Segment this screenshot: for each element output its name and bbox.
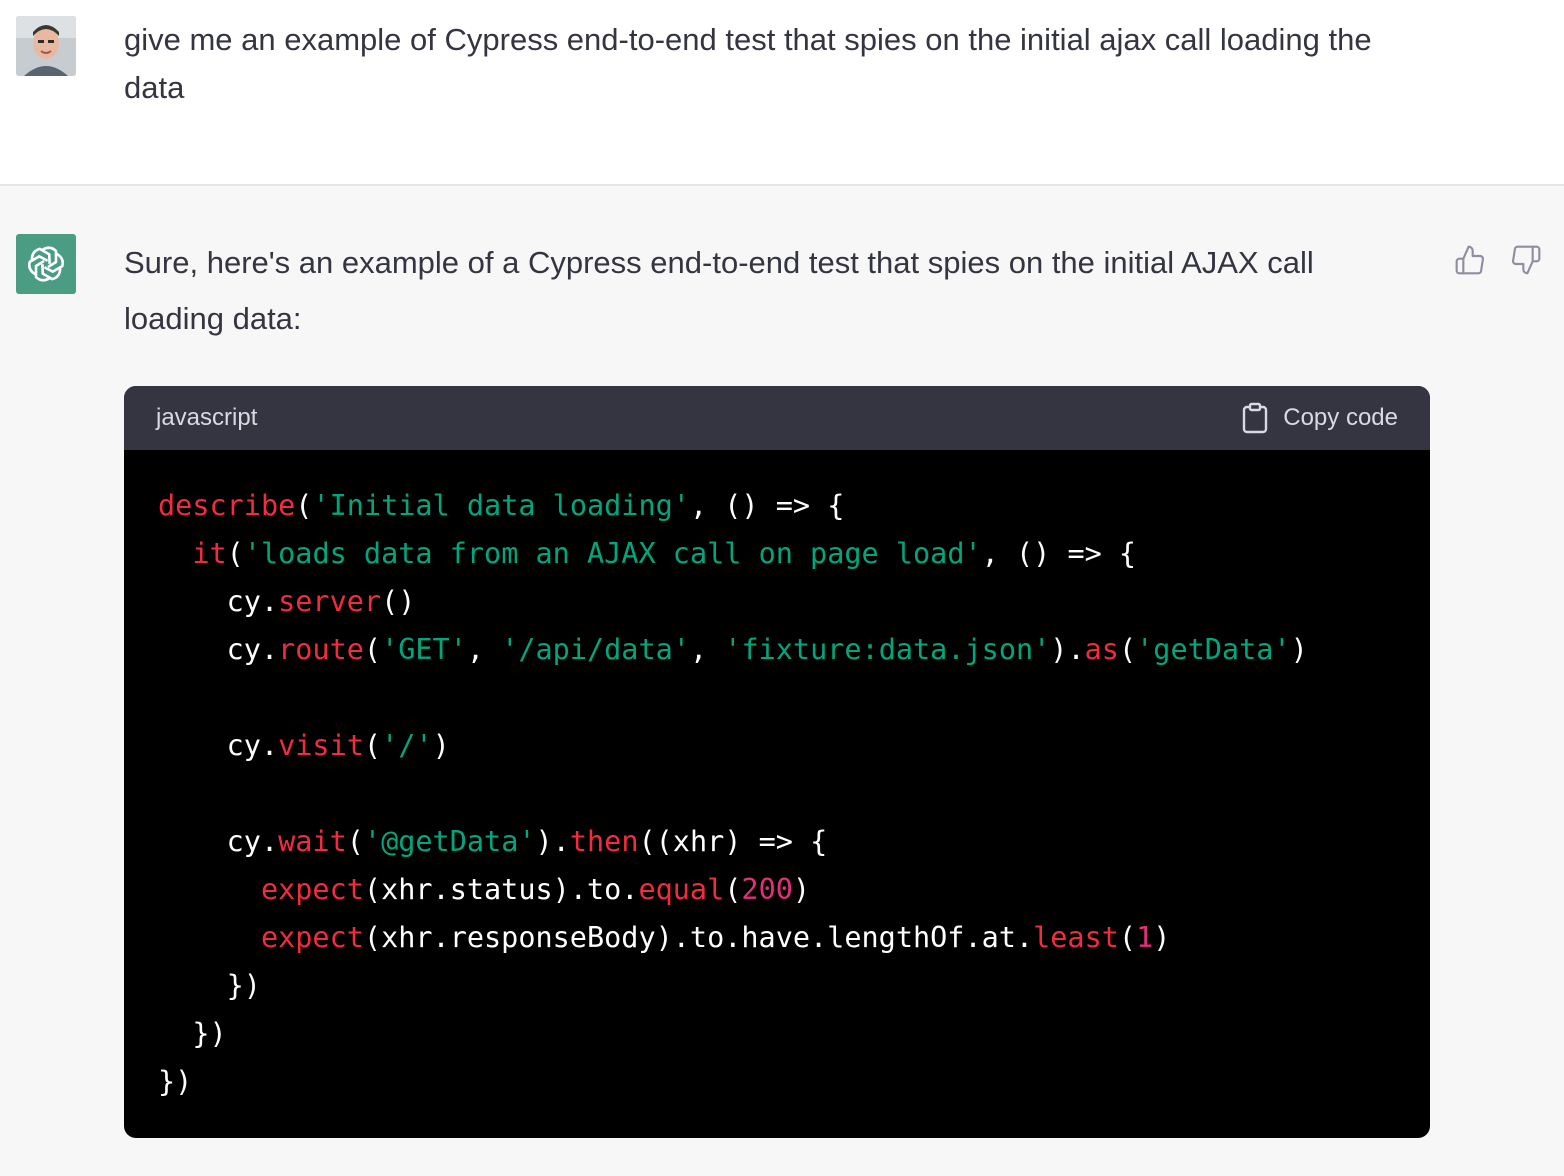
code-token: least	[1033, 921, 1119, 954]
assistant-message-row: Sure, here's an example of a Cypress end…	[0, 186, 1564, 1176]
code-line: cy.server()	[158, 578, 1396, 626]
code-token: )	[792, 873, 811, 906]
copy-code-label: Copy code	[1283, 404, 1398, 431]
code-token: )	[1290, 633, 1308, 666]
code-token: 1	[1136, 921, 1154, 954]
code-token: ,	[466, 633, 502, 666]
thumbs-up-icon	[1455, 245, 1484, 275]
code-token: wait	[278, 825, 347, 858]
code-token: 'GET'	[381, 633, 467, 666]
user-avatar	[16, 16, 76, 76]
code-token: expect	[260, 921, 364, 954]
user-avatar-image	[16, 16, 76, 76]
code-token: '@getData'	[363, 825, 536, 858]
code-token: ((xhr) => {	[638, 825, 828, 858]
code-token: cy.	[158, 585, 279, 618]
code-token: '/api/data'	[501, 633, 690, 666]
user-message-text: give me an example of Cypress end-to-end…	[124, 22, 1372, 105]
code-line: expect(xhr.status).to.equal(200)	[158, 866, 1396, 914]
code-token: (xhr.responseBody).to.have.lengthOf.at.	[363, 921, 1034, 954]
code-token: (	[724, 873, 742, 906]
code-line: it('loads data from an AJAX call on page…	[158, 530, 1396, 578]
code-token: (	[1118, 921, 1137, 954]
code-token: (	[1118, 633, 1137, 666]
code-token: 'getData'	[1136, 633, 1291, 666]
code-token: , () => {	[689, 489, 845, 522]
code-token: ).	[1050, 633, 1085, 666]
code-token: (xhr.status).to.	[363, 873, 639, 906]
code-token: (	[363, 729, 382, 762]
code-token: (	[346, 825, 364, 858]
code-line: describe('Initial data loading', () => {	[158, 482, 1396, 530]
thumbs-down-icon	[1512, 245, 1541, 275]
code-token: ()	[381, 585, 416, 618]
code-line: cy.route('GET', '/api/data', 'fixture:da…	[158, 626, 1396, 674]
code-line: })	[158, 1058, 1396, 1106]
code-token: (	[226, 537, 244, 570]
code-token: , () => {	[981, 537, 1137, 570]
code-content: describe('Initial data loading', () => {…	[124, 450, 1430, 1106]
code-token: visit	[278, 729, 364, 762]
code-token: then	[569, 825, 639, 858]
code-line: cy.wait('@getData').then((xhr) => {	[158, 818, 1396, 866]
code-token: 'fixture:data.json'	[724, 633, 1051, 666]
code-token: )	[1153, 921, 1171, 954]
code-token: route	[278, 633, 364, 666]
code-token: cy.	[158, 825, 279, 858]
code-token: '/'	[381, 729, 433, 762]
code-token: ).	[535, 825, 570, 858]
code-token: it	[192, 537, 227, 570]
code-token: 200	[741, 873, 793, 906]
code-block-header: javascript Copy code	[124, 386, 1430, 450]
code-token: ,	[689, 633, 725, 666]
code-token: })	[158, 1017, 227, 1050]
openai-logo-icon	[16, 234, 76, 294]
code-token: cy.	[158, 729, 279, 762]
code-token: 'Initial data loading'	[312, 489, 690, 522]
thumbs-up-button[interactable]	[1452, 242, 1488, 278]
code-block: javascript Copy code describe('Initial d…	[124, 386, 1430, 1138]
code-token: })	[158, 969, 261, 1002]
code-token: )	[432, 729, 450, 762]
code-line: })	[158, 962, 1396, 1010]
code-token: describe	[158, 489, 296, 522]
code-token: (	[295, 489, 313, 522]
clipboard-icon	[1243, 402, 1268, 434]
assistant-intro-text: Sure, here's an example of a Cypress end…	[124, 245, 1314, 336]
code-line: })	[158, 1010, 1396, 1058]
code-token: })	[158, 1065, 193, 1098]
thumbs-down-button[interactable]	[1508, 242, 1544, 278]
user-message-row: give me an example of Cypress end-to-end…	[0, 0, 1564, 186]
copy-code-button[interactable]: Copy code	[1241, 402, 1398, 434]
code-language-label: javascript	[156, 404, 258, 431]
code-token: expect	[260, 873, 364, 906]
code-line: expect(xhr.responseBody).to.have.lengthO…	[158, 914, 1396, 962]
code-token: cy.	[158, 633, 279, 666]
code-token: as	[1084, 633, 1119, 666]
code-token: server	[278, 585, 382, 618]
code-token: (	[363, 633, 382, 666]
code-line: cy.visit('/')	[158, 722, 1396, 770]
code-token: equal	[638, 873, 725, 906]
code-token: 'loads data from an AJAX call on page lo…	[243, 537, 982, 570]
